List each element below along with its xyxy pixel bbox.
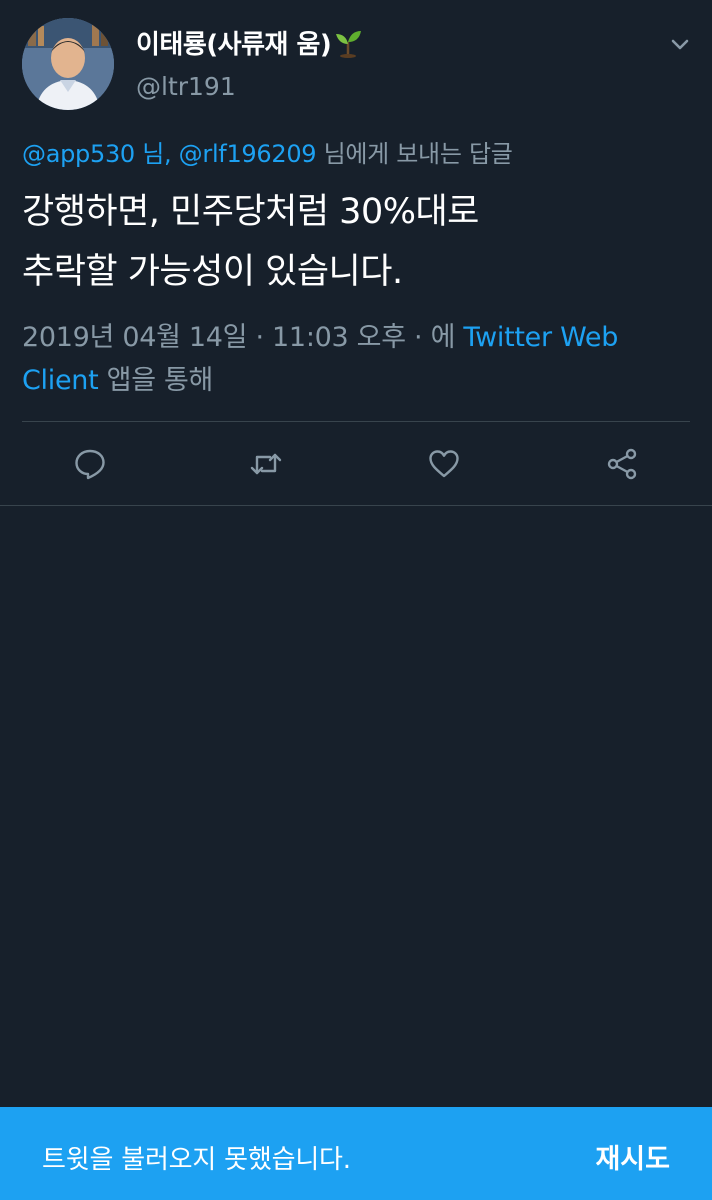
reply-button[interactable] bbox=[70, 444, 110, 484]
divider bbox=[22, 421, 690, 422]
display-name-text: 이태룡(사류재 움) bbox=[136, 30, 332, 60]
retry-button[interactable]: 재시도 bbox=[595, 1137, 670, 1176]
action-bar bbox=[0, 440, 712, 490]
tweet-metadata: 2019년 04월 14일 · 11:03 오후 · 에 Twitter Web… bbox=[22, 316, 682, 402]
timestamp: 2019년 04월 14일 · 11:03 오후 · 에 bbox=[22, 322, 464, 353]
display-name[interactable]: 이태룡(사류재 움) bbox=[136, 24, 363, 61]
mention-link[interactable]: @app530 님, bbox=[22, 140, 172, 168]
tweet-text: 강행하면, 민주당처럼 30%대로 추락할 가능성이 있습니다. bbox=[22, 182, 682, 302]
share-button[interactable] bbox=[602, 444, 642, 484]
user-handle[interactable]: @ltr191 bbox=[136, 72, 236, 101]
reply-icon bbox=[75, 449, 105, 480]
tweet-text-line: 강행하면, 민주당처럼 30%대로 bbox=[22, 192, 479, 232]
retweet-button[interactable] bbox=[246, 444, 286, 484]
mention-link[interactable]: @rlf196209 bbox=[179, 140, 317, 168]
reply-context: @app530 님, @rlf196209 님에게 보내는 답글 bbox=[22, 134, 513, 169]
sprout-icon bbox=[336, 31, 362, 58]
divider bbox=[0, 505, 712, 506]
source-suffix: 앱을 통해 bbox=[98, 365, 214, 396]
error-snackbar: 트윗을 불러오지 못했습니다. 재시도 bbox=[0, 1107, 712, 1200]
snackbar-message: 트윗을 불러오지 못했습니다. bbox=[42, 1145, 351, 1175]
like-icon bbox=[429, 450, 459, 478]
tweet-detail-screen: 이태룡(사류재 움) @ltr191 @app530 님, @rlf196209… bbox=[0, 0, 712, 1200]
chevron-down-icon[interactable] bbox=[666, 30, 694, 58]
reply-context-suffix: 님에게 보내는 답글 bbox=[316, 140, 513, 168]
share-icon bbox=[607, 448, 637, 480]
tweet-text-line: 추락할 가능성이 있습니다. bbox=[22, 252, 403, 292]
retweet-icon bbox=[250, 453, 282, 475]
avatar[interactable] bbox=[22, 18, 114, 110]
like-button[interactable] bbox=[424, 444, 464, 484]
